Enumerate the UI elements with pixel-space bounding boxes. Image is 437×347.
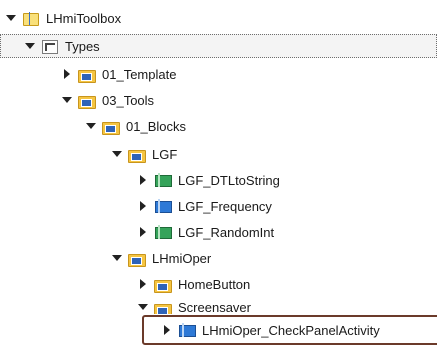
folder-icon — [102, 118, 120, 135]
tree-node-label: LGF_DTLtoString — [178, 172, 280, 188]
expand-toggle[interactable] — [136, 225, 150, 239]
chevron-right-icon — [140, 279, 146, 289]
chevron-down-icon — [6, 15, 16, 21]
tree-node-label: 03_Tools — [102, 92, 155, 108]
chevron-right-icon — [164, 325, 170, 335]
chevron-down-icon — [112, 151, 122, 157]
tree-node-01-blocks[interactable]: 01_Blocks — [0, 114, 437, 138]
tree-node-label: LGF — [152, 146, 178, 162]
tree-node-lhmioper-checkpanelactivity[interactable]: LHmiOper_CheckPanelActivity — [0, 318, 437, 342]
expand-toggle[interactable] — [136, 199, 150, 213]
block-green-icon — [154, 224, 172, 240]
expand-toggle[interactable] — [136, 300, 150, 314]
expand-toggle[interactable] — [4, 11, 18, 25]
chevron-down-icon — [86, 123, 96, 129]
expand-toggle[interactable] — [136, 277, 150, 291]
tree-node-label: Types — [65, 38, 100, 54]
tree-node-label: HomeButton — [178, 276, 251, 292]
tree-node-label: LGF_RandomInt — [178, 224, 275, 240]
folder-icon — [128, 250, 146, 267]
chevron-down-icon — [138, 304, 148, 310]
tree-node-types[interactable]: Types — [0, 34, 437, 58]
chevron-down-icon — [62, 97, 72, 103]
chevron-down-icon — [25, 43, 35, 49]
folder-icon — [128, 146, 146, 163]
expand-toggle[interactable] — [110, 147, 124, 161]
folder-icon — [78, 92, 96, 109]
project-library-tree: LHmiToolbox Types 01_Template 03_Tools 0… — [0, 0, 437, 347]
expand-toggle[interactable] — [23, 39, 37, 53]
block-blue-icon — [154, 198, 172, 214]
tree-node-label: Screensaver — [178, 300, 251, 314]
tree-node-lhmioper[interactable]: LHmiOper — [0, 246, 437, 270]
tree-node-03-tools[interactable]: 03_Tools — [0, 88, 437, 112]
expand-toggle[interactable] — [110, 251, 124, 265]
chevron-right-icon — [140, 175, 146, 185]
tree-node-label: LHmiOper_CheckPanelActivity — [202, 322, 380, 338]
expand-toggle[interactable] — [84, 119, 98, 133]
tree-node-label: 01_Template — [102, 66, 177, 82]
tree-node-lgf-dtltostring[interactable]: LGF_DTLtoString — [0, 168, 437, 192]
library-icon — [22, 10, 40, 26]
block-green-icon — [154, 172, 172, 188]
expand-toggle[interactable] — [60, 67, 74, 81]
tree-node-lhmitoolbox[interactable]: LHmiToolbox — [0, 6, 437, 30]
tree-node-label: LHmiToolbox — [46, 10, 122, 26]
chevron-right-icon — [64, 69, 70, 79]
expand-toggle[interactable] — [60, 93, 74, 107]
tree-node-01-template[interactable]: 01_Template — [0, 62, 437, 86]
chevron-down-icon — [112, 255, 122, 261]
tree-node-label: 01_Blocks — [126, 118, 186, 134]
chevron-right-icon — [140, 201, 146, 211]
tree-node-homebutton[interactable]: HomeButton — [0, 272, 437, 296]
types-folder-icon — [41, 38, 59, 54]
folder-icon — [78, 66, 96, 83]
tree-node-label: LHmiOper — [152, 250, 212, 266]
folder-icon — [154, 276, 172, 293]
tree-node-label: LGF_Frequency — [178, 198, 272, 214]
chevron-right-icon — [140, 227, 146, 237]
tree-node-lgf-randomint[interactable]: LGF_RandomInt — [0, 220, 437, 244]
block-blue-icon — [178, 322, 196, 338]
folder-icon — [154, 300, 172, 314]
tree-node-lgf-frequency[interactable]: LGF_Frequency — [0, 194, 437, 218]
expand-toggle[interactable] — [160, 323, 174, 337]
tree-node-screensaver[interactable]: Screensaver — [0, 298, 437, 314]
expand-toggle[interactable] — [136, 173, 150, 187]
tree-node-lgf[interactable]: LGF — [0, 142, 437, 166]
